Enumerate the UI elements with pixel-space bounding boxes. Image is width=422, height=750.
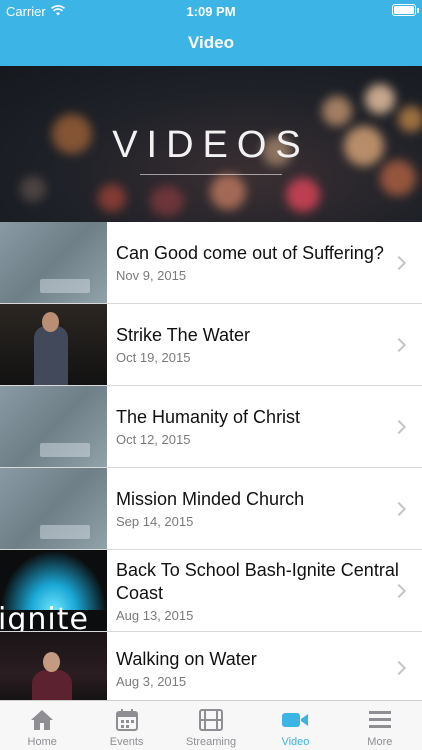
video-row[interactable]: Strike The Water Oct 19, 2015 bbox=[0, 304, 422, 386]
banner-divider bbox=[140, 174, 282, 175]
video-title: Strike The Water bbox=[116, 325, 251, 345]
video-row[interactable]: Walking on Water Aug 3, 2015 bbox=[0, 632, 422, 704]
video-date: Sep 14, 2015 bbox=[116, 514, 194, 529]
tab-streaming[interactable]: Streaming bbox=[169, 701, 253, 750]
tab-label: Video bbox=[281, 736, 310, 748]
banner-title: VIDEOS bbox=[112, 124, 310, 166]
video-row[interactable]: Mission Minded Church Sep 14, 2015 bbox=[0, 468, 422, 550]
video-title: Back To School Bash-Ignite Central Coast bbox=[116, 559, 399, 603]
app-header: Carrier 1:09 PM Video bbox=[0, 0, 422, 66]
video-thumbnail bbox=[0, 468, 107, 549]
video-thumbnail bbox=[0, 304, 107, 385]
tab-label: Home bbox=[27, 736, 57, 748]
video-row[interactable]: Can Good come out of Suffering? Nov 9, 2… bbox=[0, 222, 422, 304]
video-date: Oct 12, 2015 bbox=[116, 432, 191, 447]
tab-label: Events bbox=[109, 736, 144, 748]
tab-home[interactable]: Home bbox=[0, 701, 84, 750]
video-title: The Humanity of Christ bbox=[116, 407, 301, 427]
video-thumbnail: ignite bbox=[0, 550, 107, 631]
video-list: Can Good come out of Suffering? Nov 9, 2… bbox=[0, 222, 422, 704]
video-thumbnail bbox=[0, 386, 107, 467]
tab-video[interactable]: Video bbox=[253, 701, 337, 750]
page-title: Video bbox=[188, 33, 234, 52]
status-time: 1:09 PM bbox=[186, 4, 236, 19]
video-date: Nov 9, 2015 bbox=[116, 268, 187, 283]
video-camera-icon bbox=[280, 706, 310, 734]
video-date: Oct 19, 2015 bbox=[116, 350, 191, 365]
video-date: Aug 3, 2015 bbox=[116, 673, 187, 689]
tab-label: Streaming bbox=[185, 736, 237, 748]
menu-icon bbox=[365, 706, 395, 734]
video-thumbnail bbox=[0, 222, 107, 303]
video-row[interactable]: The Humanity of Christ Oct 12, 2015 bbox=[0, 386, 422, 468]
video-title: Can Good come out of Suffering? bbox=[116, 243, 384, 263]
tab-events[interactable]: Events bbox=[84, 701, 168, 750]
tab-more[interactable]: More bbox=[338, 701, 422, 750]
tab-bar: Home Events Streaming Video More bbox=[0, 700, 422, 750]
video-thumbnail bbox=[0, 632, 107, 704]
status-bar: Carrier 1:09 PM bbox=[0, 0, 422, 22]
battery-icon bbox=[392, 4, 419, 16]
calendar-icon bbox=[112, 706, 142, 734]
film-icon bbox=[196, 706, 226, 734]
videos-banner: VIDEOS bbox=[0, 66, 422, 222]
video-title: Mission Minded Church bbox=[116, 489, 305, 509]
tab-label: More bbox=[367, 736, 393, 748]
ignite-logo-text: ignite bbox=[0, 602, 89, 631]
video-title: Walking on Water bbox=[116, 648, 257, 669]
home-icon bbox=[27, 706, 57, 734]
video-date: Aug 13, 2015 bbox=[116, 607, 194, 623]
video-row[interactable]: ignite Back To School Bash-Ignite Centra… bbox=[0, 550, 422, 632]
